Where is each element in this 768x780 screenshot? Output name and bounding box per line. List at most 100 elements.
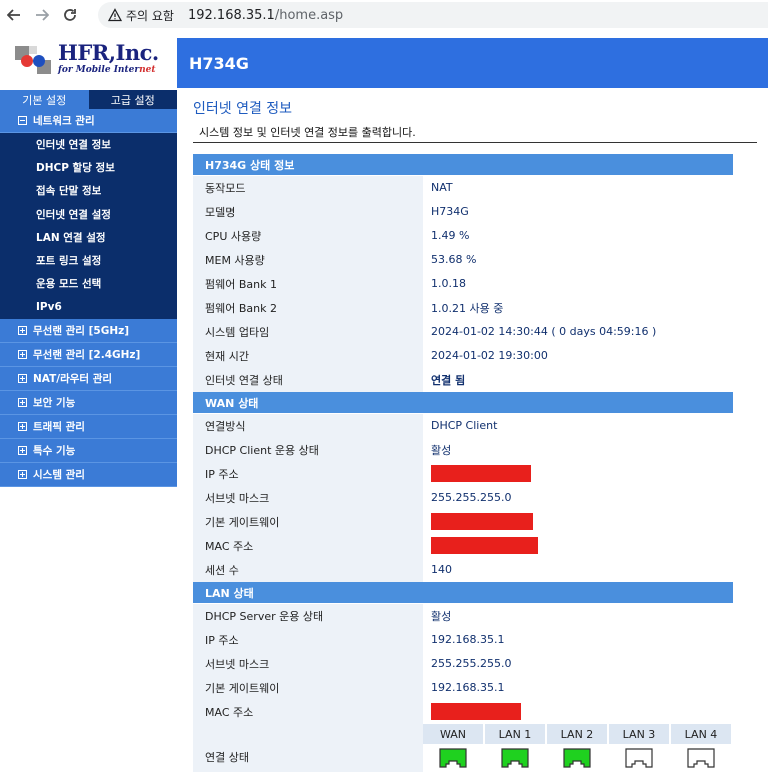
table-row: 펌웨어 Bank 1 1.0.18 — [193, 271, 733, 296]
sidebar-item-ipv6[interactable]: IPv6 — [0, 295, 177, 318]
menu-group-wireless-24ghz[interactable]: 무선랜 관리 [2.4GHz] — [0, 343, 177, 367]
menu-group-traffic[interactable]: 트래픽 관리 — [0, 415, 177, 439]
row-value: NAT — [423, 175, 733, 200]
table-row: DHCP Client 운용 상태 활성 — [193, 437, 733, 462]
tab-advanced-settings[interactable]: 고급 설정 — [88, 90, 177, 109]
menu-group-wireless-5ghz[interactable]: 무선랜 관리 [5GHz] — [0, 319, 177, 343]
row-label: DHCP Server 운용 상태 — [193, 603, 423, 628]
security-label: 주의 요함 — [126, 8, 174, 23]
row-label: 펌웨어 Bank 2 — [193, 295, 423, 320]
reload-icon — [64, 9, 76, 21]
expand-icon — [18, 349, 27, 359]
row-value: 192.168.35.1 — [423, 675, 733, 700]
table-row: MAC 주소 — [193, 533, 733, 558]
menu-group-label: 시스템 관리 — [33, 468, 85, 481]
menu-group-nat-router[interactable]: NAT/라우터 관리 — [0, 367, 177, 391]
row-label: IP 주소 — [193, 627, 423, 652]
row-value: 192.168.35.1 — [423, 627, 733, 652]
brand-logo: HFR,Inc. for Mobile Internet — [0, 30, 177, 88]
arrow-right-icon — [36, 9, 49, 21]
row-label: 서브넷 마스크 — [193, 651, 423, 676]
port-lan3: LAN 3 — [609, 724, 671, 772]
sidebar-item-internet-settings[interactable]: 인터넷 연결 설정 — [0, 203, 177, 226]
port-lan1: LAN 1 — [485, 724, 547, 772]
menu-group-label: 무선랜 관리 [5GHz] — [33, 324, 130, 337]
row-value: H734G — [423, 199, 733, 224]
table-row: 펌웨어 Bank 2 1.0.21 사용 중 — [193, 295, 733, 320]
expand-icon — [18, 325, 27, 335]
forward-button[interactable] — [28, 0, 56, 30]
row-label: 세션 수 — [193, 557, 423, 582]
reload-button[interactable] — [56, 0, 84, 30]
menu-group-label: 무선랜 관리 [2.4GHz] — [33, 348, 141, 361]
expand-icon — [18, 469, 27, 479]
row-label: 모델명 — [193, 199, 423, 224]
menu-group-network[interactable]: 네트워크 관리 — [0, 109, 177, 133]
table-row: MEM 사용량 53.68 % — [193, 247, 733, 272]
ethernet-port-connected-icon — [501, 748, 529, 768]
menu-group-label: 네트워크 관리 — [33, 115, 95, 127]
port-pic — [547, 744, 607, 772]
row-label: 인터넷 연결 상태 — [193, 367, 423, 392]
table-row: 기본 게이트웨이 — [193, 509, 733, 534]
settings-tabs: 기본 설정 고급 설정 — [0, 90, 177, 109]
title-divider — [193, 142, 757, 143]
row-value: 1.49 % — [423, 223, 733, 248]
menu-group-special[interactable]: 특수 기능 — [0, 439, 177, 463]
table-row: 동작모드 NAT — [193, 175, 733, 200]
brand-tagline-prefix: for Mobile Inter — [58, 65, 140, 75]
redaction-block — [431, 465, 531, 482]
row-value — [423, 699, 733, 724]
port-pic — [609, 744, 669, 772]
port-wan: WAN — [423, 724, 485, 772]
tab-basic-settings[interactable]: 기본 설정 — [0, 90, 89, 109]
brand-name: HFR,Inc. — [58, 40, 159, 65]
table-row: 연결방식 DHCP Client — [193, 413, 733, 438]
back-button[interactable] — [0, 0, 28, 30]
sidebar-item-dhcp-lease[interactable]: DHCP 할당 정보 — [0, 156, 177, 179]
row-value — [423, 509, 733, 534]
row-label: 연결 상태 — [193, 724, 423, 772]
url-host: 192.168.35.1 — [187, 7, 275, 23]
table-row: 기본 게이트웨이 192.168.35.1 — [193, 675, 733, 700]
section-header-device: H734G 상태 정보 — [193, 154, 733, 176]
table-row: 서브넷 마스크 255.255.255.0 — [193, 651, 733, 676]
row-value: 2024-01-02 19:30:00 — [423, 343, 733, 368]
row-label: IP 주소 — [193, 461, 423, 486]
row-value: 255.255.255.0 — [423, 485, 733, 510]
menu-group-system[interactable]: 시스템 관리 — [0, 463, 177, 487]
internet-status-value: 연결 됨 — [423, 367, 733, 392]
menu-group-security[interactable]: 보안 기능 — [0, 391, 177, 415]
port-name: WAN — [423, 724, 483, 744]
table-row: 인터넷 연결 상태 연결 됨 — [193, 367, 733, 392]
sidebar-item-connected-devices[interactable]: 접속 단말 정보 — [0, 179, 177, 202]
model-title: H734G — [189, 53, 249, 73]
row-label: DHCP Client 운용 상태 — [193, 437, 423, 462]
section-header-wan: WAN 상태 — [193, 392, 733, 414]
header-band: H734G — [177, 38, 768, 88]
link-status-row: 연결 상태 WAN LAN 1 LAN 2 LAN 3 LAN 4 — [193, 724, 733, 772]
redaction-block — [431, 703, 521, 720]
row-value: 2024-01-02 14:30:44 ( 0 days 04:59:16 ) — [423, 319, 733, 344]
sidebar-item-internet-info[interactable]: 인터넷 연결 정보 — [0, 133, 177, 156]
table-row: IP 주소 192.168.35.1 — [193, 627, 733, 652]
sidebar-item-operation-mode[interactable]: 운용 모드 선택 — [0, 272, 177, 295]
port-name: LAN 3 — [609, 724, 669, 744]
address-bar[interactable]: 주의 요함 192.168.35.1/home.asp — [98, 2, 768, 28]
sidebar-item-lan-settings[interactable]: LAN 연결 설정 — [0, 226, 177, 249]
page-title: 인터넷 연결 정보 — [193, 101, 293, 117]
table-row: 시스템 업타임 2024-01-02 14:30:44 ( 0 days 04:5… — [193, 319, 733, 344]
row-value: 53.68 % — [423, 247, 733, 272]
table-row: 현재 시간 2024-01-02 19:30:00 — [193, 343, 733, 368]
port-status-grid: WAN LAN 1 LAN 2 LAN 3 LAN 4 — [423, 724, 733, 772]
sidebar-item-port-link[interactable]: 포트 링크 설정 — [0, 249, 177, 272]
url-text[interactable]: 192.168.35.1/home.asp — [188, 8, 343, 23]
ethernet-port-empty-icon — [625, 748, 653, 768]
page-description: 시스템 정보 및 인터넷 연결 정보를 출력합니다. — [199, 126, 416, 139]
security-indicator[interactable]: 주의 요함 — [108, 7, 174, 24]
row-label: MEM 사용량 — [193, 247, 423, 272]
row-label: 동작모드 — [193, 175, 423, 200]
port-lan4: LAN 4 — [671, 724, 733, 772]
sidebar-menu: 네트워크 관리 인터넷 연결 정보 DHCP 할당 정보 접속 단말 정보 인터… — [0, 109, 177, 487]
table-row: 모델명 H734G — [193, 199, 733, 224]
